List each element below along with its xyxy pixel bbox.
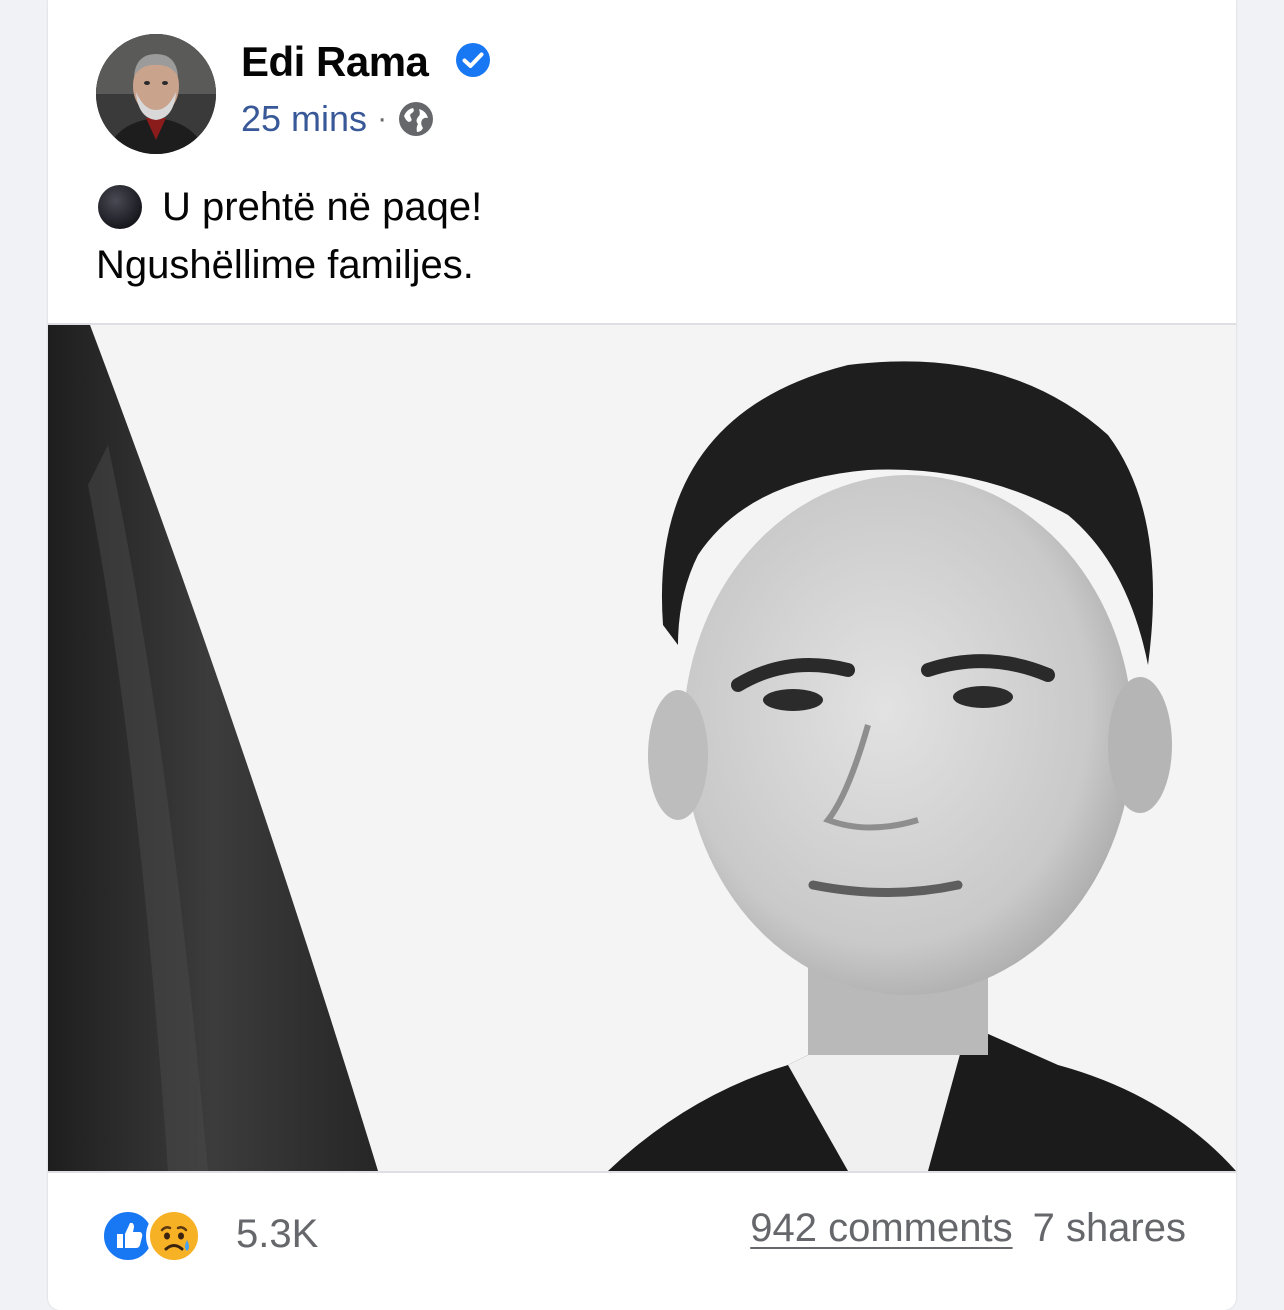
reaction-icons — [100, 1204, 212, 1264]
post-text-line-2: Ngushëllime familjes. — [96, 243, 474, 287]
post-message-line-1: U prehtë në paqe! — [96, 178, 482, 236]
post-message: U prehtë në paqe! Ngushëllime familjes. — [96, 178, 482, 294]
reactions-summary[interactable]: 5.3K — [100, 1204, 318, 1264]
post-photo[interactable] — [48, 323, 1236, 1173]
meta-separator: · — [377, 102, 388, 135]
comments-link[interactable]: 942 comments — [750, 1206, 1012, 1251]
post-message-line-2: Ngushëllime familjes. — [96, 236, 482, 294]
author-name[interactable]: Edi Rama — [241, 38, 429, 86]
post-meta: 25 mins · — [241, 98, 435, 140]
photo-image — [48, 325, 1236, 1171]
shares-link[interactable]: 7 shares — [1033, 1206, 1186, 1251]
avatar-image — [96, 34, 216, 154]
post-card: Edi Rama 25 mins · U prehtë në paqe! Ngu… — [48, 0, 1236, 1310]
verified-badge-icon — [456, 43, 490, 77]
globe-icon[interactable] — [397, 100, 435, 138]
black-circle-icon — [98, 185, 142, 229]
engagement-counts: 942 comments 7 shares — [750, 1206, 1186, 1251]
post-timestamp[interactable]: 25 mins — [241, 98, 367, 140]
sad-icon — [146, 1208, 202, 1264]
author-avatar[interactable] — [96, 34, 216, 154]
post-text-line-1: U prehtë në paqe! — [162, 185, 483, 229]
reaction-count[interactable]: 5.3K — [236, 1212, 318, 1257]
